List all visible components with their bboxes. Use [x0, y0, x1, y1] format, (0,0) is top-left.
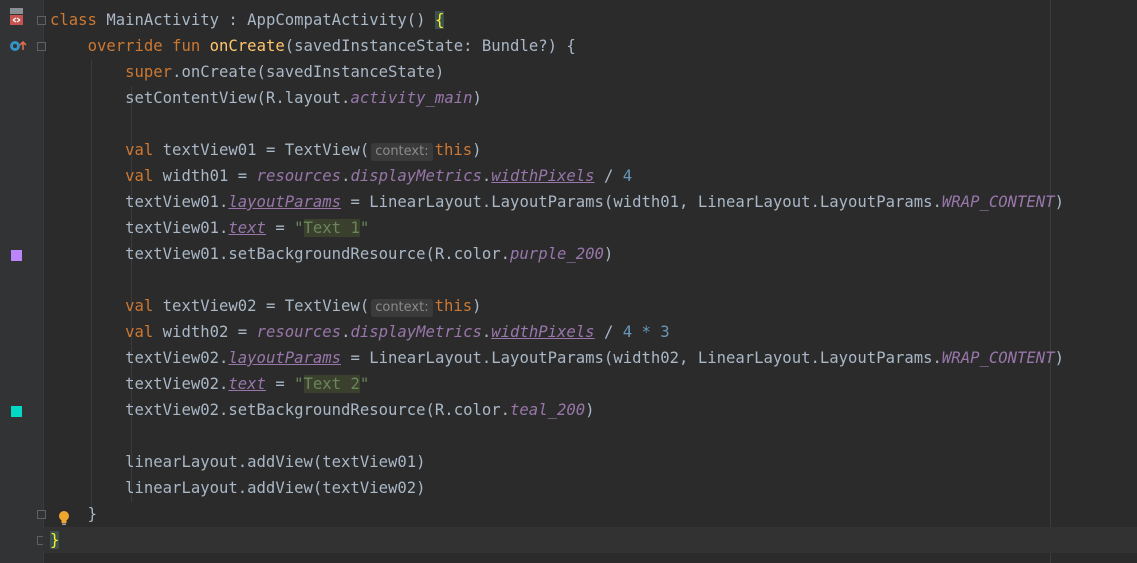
token-string-quote: " [294, 375, 304, 393]
token-keyword: class [50, 11, 97, 29]
indent-guide [91, 60, 92, 510]
token-property: layoutParams [228, 193, 342, 211]
token-text: . [481, 167, 492, 185]
token-text: ) [472, 89, 482, 107]
token-text: textView02. [125, 375, 229, 393]
code-line-6: val textView01 = TextView(context: this) [50, 137, 1137, 163]
token-property: displayMetrics [350, 167, 482, 185]
code-line-16: textView02.setBackgroundResource(R.color… [50, 397, 1137, 423]
token-text: textView02 = TextView( [153, 297, 370, 315]
token-text: ) [472, 297, 482, 315]
code-editor[interactable]: class MainActivity : AppCompatActivity()… [43, 0, 1137, 563]
token-string: Text 1 [303, 219, 360, 237]
token-keyword: this [434, 297, 473, 315]
token-keyword: super [125, 63, 173, 81]
token-text: width02 = [153, 323, 257, 341]
token-number: 4 * 3 [622, 323, 670, 341]
token-string-quote: " [359, 375, 370, 393]
token-text: = [265, 375, 295, 393]
token-text: ) [603, 245, 614, 263]
token-text: textView01. [125, 193, 229, 211]
token-property: resources [256, 323, 342, 341]
fold-marker-class[interactable] [37, 16, 46, 25]
code-line-10: textView01.setBackgroundResource(R.color… [50, 241, 1137, 267]
token-property: resources [256, 167, 342, 185]
token-string-quote: " [294, 219, 304, 237]
token-text: .onCreate(savedInstanceState) [172, 63, 445, 81]
code-line-13: val width02 = resources.displayMetrics.w… [50, 319, 1137, 345]
token-text: textView01.setBackgroundResource(R.color… [125, 245, 511, 263]
code-line-12: val textView02 = TextView(context: this) [50, 293, 1137, 319]
code-line-2: override fun onCreate(savedInstanceState… [50, 33, 1137, 59]
override-method-icon[interactable] [9, 38, 29, 54]
token-text: textView02. [125, 349, 229, 367]
token-text: } [87, 505, 97, 523]
token-text: setContentView(R.layout. [125, 89, 351, 107]
code-line-15: textView02.text = "Text 2" [50, 371, 1137, 397]
code-line-7: val width01 = resources.displayMetrics.w… [50, 163, 1137, 189]
token-keyword: val [125, 167, 154, 185]
token-property: displayMetrics [350, 323, 482, 341]
token-property: text [228, 375, 266, 393]
token-brace: } [50, 531, 60, 549]
token-property: widthPixels [491, 323, 595, 341]
code-line-4: setContentView(R.layout.activity_main) [50, 85, 1137, 111]
token-keyword: val [125, 323, 154, 341]
code-line-20: } [50, 501, 1137, 527]
fold-marker-method-end[interactable] [37, 510, 46, 519]
token-property: WRAP_CONTENT [941, 193, 1055, 211]
class-layout-icon[interactable] [7, 8, 27, 26]
token-number: 4 [622, 167, 633, 185]
token-property: teal_200 [510, 401, 586, 419]
code-line-9: textView01.text = "Text 1" [50, 215, 1137, 241]
code-line-19: linearLayout.addView(textView02) [50, 475, 1137, 501]
token-text: / [594, 167, 623, 185]
color-swatch-purple-icon[interactable] [11, 250, 22, 261]
token-text: . [481, 323, 492, 341]
token-property: WRAP_CONTENT [941, 349, 1055, 367]
token-keyword: this [434, 141, 473, 159]
token-text: ) [472, 141, 482, 159]
token-text: = LinearLayout.LayoutParams(width02, Lin… [341, 349, 942, 367]
token-text: linearLayout.addView(textView02) [125, 479, 426, 497]
token-property: activity_main [350, 89, 473, 107]
code-line-8: textView01.layoutParams = LinearLayout.L… [50, 189, 1137, 215]
color-swatch-teal-icon[interactable] [11, 406, 22, 417]
token-text: textView01. [125, 219, 229, 237]
token-text: = LinearLayout.LayoutParams(width01, Lin… [341, 193, 942, 211]
token-text: / [594, 323, 623, 341]
token-text: linearLayout.addView(textView01) [125, 453, 426, 471]
token-text: = [265, 219, 295, 237]
token-text: textView02.setBackgroundResource(R.color… [125, 401, 511, 419]
token-text: ) [1054, 349, 1064, 367]
token-text: width01 = [153, 167, 257, 185]
fold-marker-method[interactable] [37, 42, 46, 51]
code-line-14: textView02.layoutParams = LinearLayout.L… [50, 345, 1137, 371]
token-text: MainActivity : AppCompatActivity() [96, 11, 435, 29]
token-keyword: val [125, 297, 154, 315]
code-line-18: linearLayout.addView(textView01) [50, 449, 1137, 475]
token-property: text [228, 219, 266, 237]
token-text: ) [1054, 193, 1064, 211]
token-string-quote: " [359, 219, 370, 237]
token-keyword: override fun [87, 37, 201, 55]
code-line-21-current: } [43, 527, 1137, 553]
token-brace: { [434, 11, 445, 29]
code-line-3: super.onCreate(savedInstanceState) [50, 59, 1137, 85]
token-text: (savedInstanceState: Bundle?) { [284, 37, 576, 55]
token-property: layoutParams [228, 349, 342, 367]
token-function: onCreate [209, 37, 285, 55]
token-string: Text 2 [303, 375, 360, 393]
token-property: widthPixels [491, 167, 595, 185]
token-text: textView01 = TextView( [153, 141, 370, 159]
token-keyword: val [125, 141, 154, 159]
token-text: ) [585, 401, 595, 419]
parameter-hint: context: [371, 299, 433, 317]
code-line-1: class MainActivity : AppCompatActivity()… [50, 7, 1137, 33]
token-property: purple_200 [510, 245, 604, 263]
parameter-hint: context: [371, 143, 433, 161]
editor-gutter [0, 0, 44, 563]
